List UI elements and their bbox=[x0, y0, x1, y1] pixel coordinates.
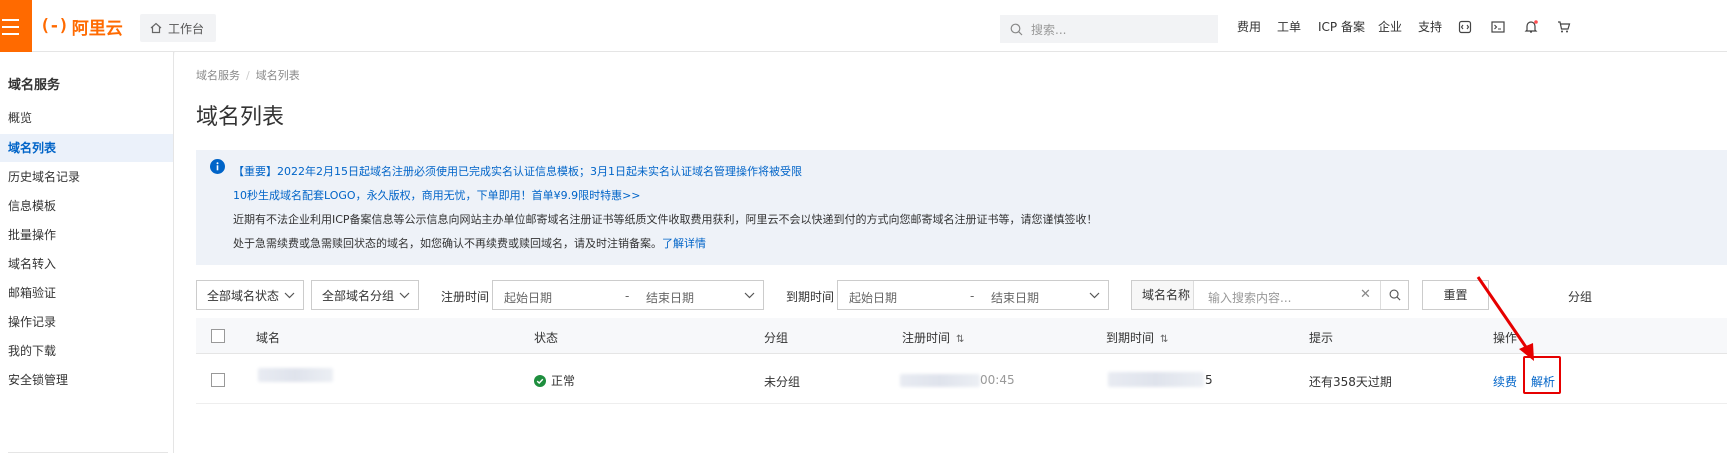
notice-important-text: 2022年2月15日起域名注册必须使用已完成实名认证信息模板；3月1日起未实名认… bbox=[277, 165, 802, 178]
terminal-code-icon[interactable] bbox=[1458, 20, 1472, 34]
header-group: 分组 bbox=[764, 331, 789, 345]
search-icon bbox=[1389, 289, 1400, 301]
sidebar-item-downloads[interactable]: 我的下载 bbox=[0, 337, 173, 365]
notice-banner: 【重要】2022年2月15日起域名注册必须使用已完成实名认证信息模板；3月1日起… bbox=[196, 150, 1727, 265]
reg-time-label: 注册时间 bbox=[441, 290, 490, 304]
reg-end-date[interactable]: 结束日期 bbox=[646, 289, 694, 306]
range-separator: - bbox=[970, 289, 975, 303]
reg-time-redacted bbox=[900, 374, 980, 387]
sidebar-title: 域名服务 bbox=[8, 78, 61, 93]
group-select[interactable]: 全部域名分组 bbox=[311, 280, 419, 310]
logo-text: 阿里云 bbox=[71, 18, 123, 39]
search-placeholder: 搜索... bbox=[1031, 22, 1067, 37]
status-select-value: 全部域名状态 bbox=[207, 288, 280, 303]
header-domain: 域名 bbox=[256, 331, 281, 345]
chevron-down-icon bbox=[744, 292, 755, 299]
cart-icon[interactable] bbox=[1557, 20, 1571, 34]
header-status: 状态 bbox=[534, 331, 559, 345]
renew-link[interactable]: 续费 bbox=[1493, 373, 1517, 390]
check-circle-icon bbox=[534, 374, 546, 387]
nav-icp[interactable]: ICP 备案 bbox=[1318, 0, 1365, 52]
logo-mark: (-) bbox=[40, 16, 69, 36]
notice-line-renew: 处于急需续费或急需赎回状态的域名，如您确认不再续费或赎回域名，请及时注销备案。了… bbox=[233, 235, 706, 251]
workbench-label: 工作台 bbox=[168, 21, 205, 36]
status-text: 正常 bbox=[551, 374, 576, 388]
sort-icon[interactable]: ⇅ bbox=[956, 334, 964, 345]
reg-time-partial: 00:45 bbox=[980, 373, 1015, 387]
sidebar: 域名服务 概览 域名列表 历史域名记录 信息模板 批量操作 域名转入 邮箱验证 … bbox=[0, 52, 174, 453]
expire-start-date[interactable]: 起始日期 bbox=[849, 289, 897, 306]
top-bar: (-) 阿里云 工作台 搜索... 费用 工单 ICP 备案 企业 支持 bbox=[0, 0, 1727, 52]
sidebar-item-security-lock[interactable]: 安全锁管理 bbox=[0, 366, 173, 394]
header-reg-time[interactable]: 注册时间 ⇅ bbox=[902, 329, 964, 346]
annotation-highlight-box bbox=[1523, 356, 1561, 394]
header-reg-time-label: 注册时间 bbox=[902, 331, 951, 345]
breadcrumb: 域名服务 / 域名列表 bbox=[196, 67, 300, 83]
workbench-button[interactable]: 工作台 bbox=[140, 14, 217, 42]
main-content: 域名服务 / 域名列表 域名列表 【重要】2022年2月15日起域名注册必须使用已完… bbox=[175, 52, 1727, 453]
notice-line-important[interactable]: 【重要】2022年2月15日起域名注册必须使用已完成实名认证信息模板；3月1日起… bbox=[233, 163, 802, 179]
notice-important-tag: 【重要】 bbox=[233, 165, 277, 178]
header-expire-time[interactable]: 到期时间 ⇅ bbox=[1106, 329, 1168, 346]
bell-icon[interactable] bbox=[1524, 20, 1538, 34]
hint-cell: 还有358天过期 bbox=[1309, 375, 1392, 389]
expire-date-range[interactable]: 起始日期 - 结束日期 bbox=[837, 280, 1109, 310]
menu-icon[interactable] bbox=[0, 0, 32, 52]
breadcrumb-item-domain-service[interactable]: 域名服务 bbox=[196, 69, 240, 82]
search-icon bbox=[1010, 23, 1023, 35]
chevron-down-icon bbox=[399, 292, 410, 299]
global-search-input[interactable]: 搜索... bbox=[1000, 15, 1218, 43]
sidebar-item-overview[interactable]: 概览 bbox=[0, 104, 173, 132]
status-select[interactable]: 全部域名状态 bbox=[196, 280, 304, 310]
nav-tickets[interactable]: 工单 bbox=[1277, 0, 1301, 52]
domain-search-input[interactable]: 输入搜索内容... bbox=[1208, 289, 1291, 306]
aliyun-logo[interactable]: (-) 阿里云 bbox=[40, 14, 123, 39]
page-title: 域名列表 bbox=[196, 105, 285, 130]
group-select-value: 全部域名分组 bbox=[322, 288, 395, 303]
search-kind-select[interactable]: 域名名称 bbox=[1132, 281, 1194, 309]
learn-more-link[interactable]: 了解详情 bbox=[662, 237, 706, 250]
annotation-arrow bbox=[1476, 276, 1534, 361]
sidebar-item-templates[interactable]: 信息模板 bbox=[0, 192, 173, 220]
breadcrumb-separator: / bbox=[246, 69, 250, 82]
nav-fees[interactable]: 费用 bbox=[1237, 0, 1261, 52]
chevron-down-icon bbox=[1089, 292, 1100, 299]
expire-time-redacted bbox=[1108, 372, 1204, 387]
sidebar-item-transfer-in[interactable]: 域名转入 bbox=[0, 250, 173, 278]
row-checkbox[interactable] bbox=[211, 373, 225, 387]
sidebar-item-op-log[interactable]: 操作记录 bbox=[0, 308, 173, 336]
domain-search-group: 域名名称 输入搜索内容... ✕ bbox=[1131, 280, 1409, 310]
notice-renew-text: 处于急需续费或急需赎回状态的域名，如您确认不再续费或赎回域名，请及时注销备案。 bbox=[233, 237, 662, 250]
clear-icon[interactable]: ✕ bbox=[1360, 287, 1371, 302]
sidebar-item-batch[interactable]: 批量操作 bbox=[0, 221, 173, 249]
expire-end-date[interactable]: 结束日期 bbox=[991, 289, 1039, 306]
domain-name-redacted[interactable] bbox=[258, 368, 333, 382]
group-button[interactable]: 分组 bbox=[1568, 288, 1592, 305]
console-icon[interactable] bbox=[1491, 20, 1505, 34]
sort-icon[interactable]: ⇅ bbox=[1160, 334, 1168, 345]
header-hint: 提示 bbox=[1309, 331, 1334, 345]
breadcrumb-item-domain-list: 域名列表 bbox=[255, 69, 300, 82]
search-button[interactable] bbox=[1380, 281, 1408, 309]
chevron-down-icon bbox=[284, 292, 295, 299]
nav-enterprise[interactable]: 企业 bbox=[1378, 0, 1402, 52]
group-cell: 未分组 bbox=[764, 375, 801, 389]
select-all-checkbox[interactable] bbox=[211, 329, 225, 343]
expire-time-partial: 5 bbox=[1205, 373, 1213, 387]
status-cell: 正常 bbox=[534, 372, 575, 389]
sidebar-item-history[interactable]: 历史域名记录 bbox=[0, 163, 173, 191]
sidebar-item-domain-list[interactable]: 域名列表 bbox=[0, 134, 173, 162]
expire-time-label: 到期时间 bbox=[786, 290, 835, 304]
reg-start-date[interactable]: 起始日期 bbox=[504, 289, 552, 306]
range-separator: - bbox=[625, 289, 630, 303]
info-icon bbox=[210, 159, 225, 174]
notice-line-fraud-warning: 近期有不法企业利用ICP备案信息等公示信息向网站主办单位邮寄域名注册证书等纸质文… bbox=[233, 213, 1098, 226]
sidebar-item-email-verify[interactable]: 邮箱验证 bbox=[0, 279, 173, 307]
notice-line-logo-promo[interactable]: 10秒生成域名配套LOGO，永久版权，商用无忧，下单即用！首单¥9.9限时特惠>… bbox=[233, 187, 641, 203]
header-expire-time-label: 到期时间 bbox=[1106, 331, 1155, 345]
nav-support[interactable]: 支持 bbox=[1418, 0, 1442, 52]
home-icon bbox=[150, 22, 162, 34]
reg-date-range[interactable]: 起始日期 - 结束日期 bbox=[492, 280, 764, 310]
